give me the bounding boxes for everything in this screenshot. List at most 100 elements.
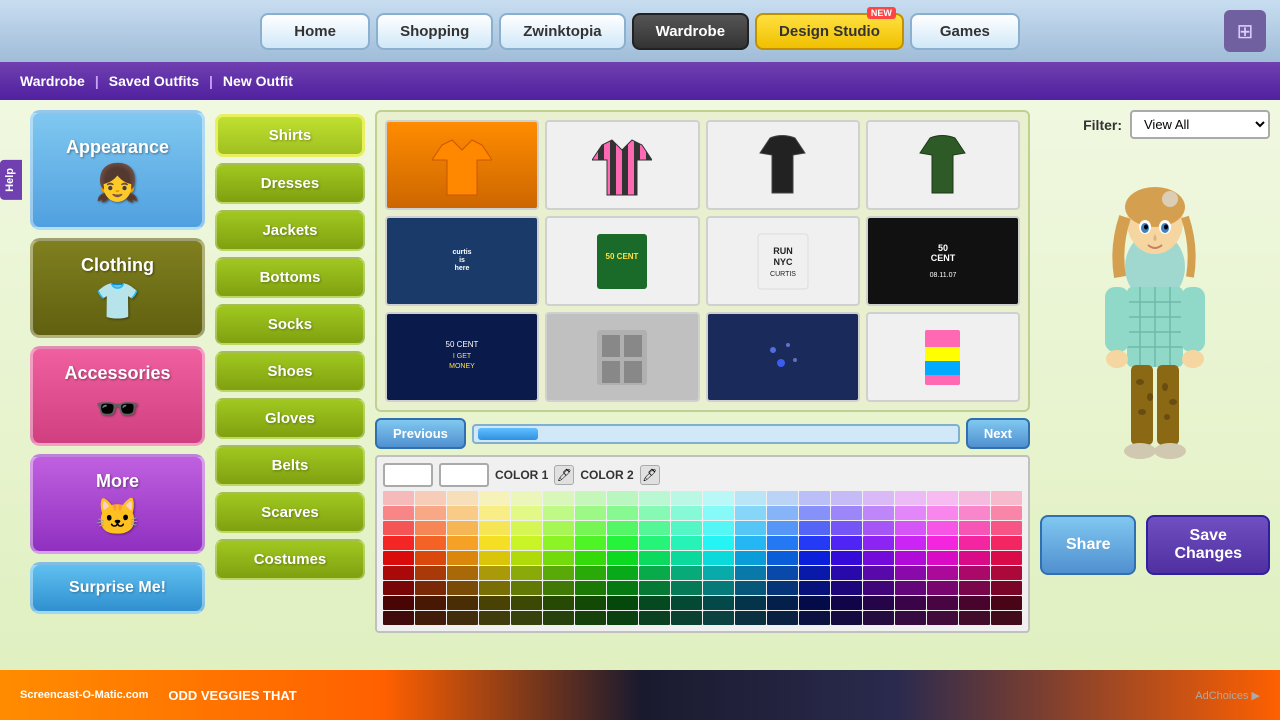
surprise-button[interactable]: Surprise Me! (30, 562, 205, 614)
color-cell[interactable] (799, 596, 830, 610)
color-cell[interactable] (959, 536, 990, 550)
color-cell[interactable] (959, 596, 990, 610)
color-cell[interactable] (511, 491, 542, 505)
color-cell[interactable] (415, 581, 446, 595)
color-cell[interactable] (767, 566, 798, 580)
color-cell[interactable] (607, 611, 638, 625)
page-slider[interactable] (472, 424, 960, 444)
color-cell[interactable] (543, 566, 574, 580)
color-cell[interactable] (415, 596, 446, 610)
color-cell[interactable] (383, 581, 414, 595)
color-cell[interactable] (767, 581, 798, 595)
nav-design-studio[interactable]: Design Studio NEW (755, 13, 904, 50)
color-cell[interactable] (415, 506, 446, 520)
color-cell[interactable] (895, 551, 926, 565)
color-cell[interactable] (639, 581, 670, 595)
color-cell[interactable] (383, 611, 414, 625)
color-cell[interactable] (511, 506, 542, 520)
color-cell[interactable] (991, 521, 1022, 535)
color-cell[interactable] (703, 521, 734, 535)
color-cell[interactable] (767, 491, 798, 505)
color-cell[interactable] (575, 566, 606, 580)
color-cell[interactable] (479, 566, 510, 580)
color-cell[interactable] (895, 536, 926, 550)
next-button[interactable]: Next (966, 418, 1030, 449)
nav-games[interactable]: Games (910, 13, 1020, 50)
color-cell[interactable] (479, 611, 510, 625)
color-cell[interactable] (415, 521, 446, 535)
color-cell[interactable] (799, 521, 830, 535)
color-cell[interactable] (671, 536, 702, 550)
color-cell[interactable] (671, 611, 702, 625)
item-11[interactable] (866, 312, 1020, 402)
sub-shoes[interactable]: Shoes (215, 351, 365, 392)
color-cell[interactable] (959, 611, 990, 625)
item-1[interactable] (545, 120, 699, 210)
color-cell[interactable] (799, 536, 830, 550)
category-more[interactable]: More 🐱 (30, 454, 205, 554)
ad-choices[interactable]: AdChoices ▶ (1195, 689, 1260, 702)
color-cell[interactable] (383, 566, 414, 580)
color-cell[interactable] (927, 566, 958, 580)
color-cell[interactable] (927, 491, 958, 505)
color-cell[interactable] (607, 566, 638, 580)
color-cell[interactable] (447, 551, 478, 565)
color-cell[interactable] (767, 611, 798, 625)
color-cell[interactable] (831, 506, 862, 520)
color-cell[interactable] (415, 551, 446, 565)
color-cell[interactable] (671, 551, 702, 565)
sub-costumes[interactable]: Costumes (215, 539, 365, 580)
color-cell[interactable] (383, 536, 414, 550)
color-cell[interactable] (767, 551, 798, 565)
nav-shopping[interactable]: Shopping (376, 13, 493, 50)
color-cell[interactable] (479, 506, 510, 520)
color-cell[interactable] (639, 506, 670, 520)
color-cell[interactable] (639, 596, 670, 610)
color-cell[interactable] (383, 551, 414, 565)
nav-wardrobe[interactable]: Wardrobe (632, 13, 749, 50)
color-cell[interactable] (735, 596, 766, 610)
color-cell[interactable] (735, 506, 766, 520)
color-cell[interactable] (703, 611, 734, 625)
color-cell[interactable] (895, 521, 926, 535)
color-cell[interactable] (575, 581, 606, 595)
color-cell[interactable] (959, 581, 990, 595)
color-cell[interactable] (511, 611, 542, 625)
color-cell[interactable] (831, 566, 862, 580)
color-cell[interactable] (543, 521, 574, 535)
color-cell[interactable] (607, 521, 638, 535)
item-0[interactable] (385, 120, 539, 210)
color-cell[interactable] (831, 551, 862, 565)
item-5[interactable]: 50 CENT (545, 216, 699, 306)
color-cell[interactable] (447, 521, 478, 535)
color-cell[interactable] (959, 566, 990, 580)
color-cell[interactable] (959, 551, 990, 565)
color-cell[interactable] (703, 596, 734, 610)
share-button[interactable]: Share (1040, 515, 1136, 575)
color-cell[interactable] (607, 581, 638, 595)
color-cell[interactable] (831, 491, 862, 505)
color-cell[interactable] (831, 521, 862, 535)
color-cell[interactable] (799, 551, 830, 565)
item-2[interactable] (706, 120, 860, 210)
color-cell[interactable] (927, 506, 958, 520)
color-cell[interactable] (671, 566, 702, 580)
color-cell[interactable] (479, 551, 510, 565)
color-cell[interactable] (927, 536, 958, 550)
category-appearance[interactable]: Appearance 👧 (30, 110, 205, 230)
color2-swatch[interactable] (439, 463, 489, 487)
color-cell[interactable] (543, 596, 574, 610)
item-3[interactable] (866, 120, 1020, 210)
color-cell[interactable] (863, 506, 894, 520)
color-cell[interactable] (479, 596, 510, 610)
color-cell[interactable] (511, 566, 542, 580)
nav-zwinktopia[interactable]: Zwinktopia (499, 13, 625, 50)
color-cell[interactable] (447, 596, 478, 610)
color-cell[interactable] (895, 581, 926, 595)
color-cell[interactable] (991, 551, 1022, 565)
color-cell[interactable] (511, 581, 542, 595)
item-7[interactable]: 50 CENT 08.11.07 (866, 216, 1020, 306)
color-cell[interactable] (639, 491, 670, 505)
color-cell[interactable] (735, 611, 766, 625)
sub-bottoms[interactable]: Bottoms (215, 257, 365, 298)
